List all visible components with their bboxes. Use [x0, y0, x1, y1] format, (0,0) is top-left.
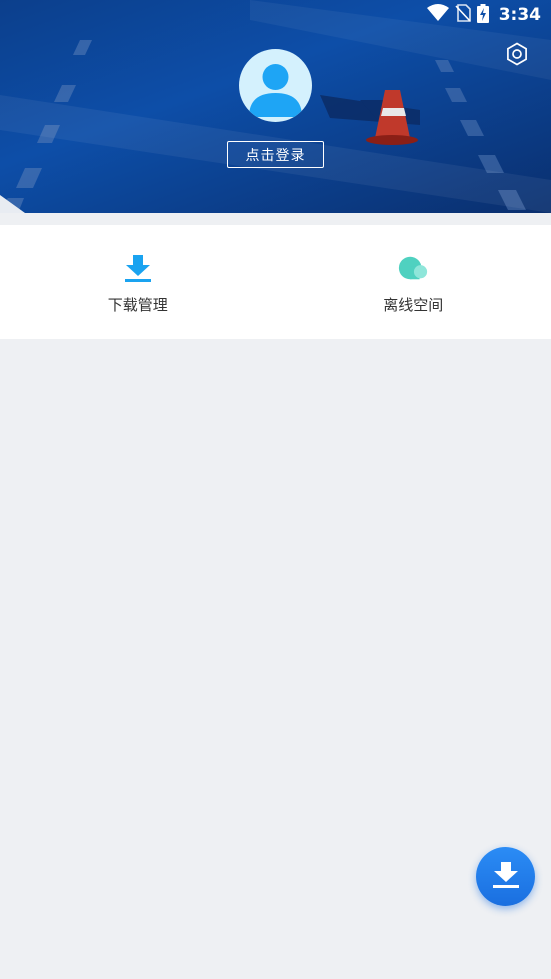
no-sim-icon — [455, 4, 471, 26]
battery-charging-icon — [476, 3, 489, 27]
avatar[interactable] — [239, 49, 312, 122]
download-manager-item[interactable]: 下载管理 — [0, 225, 276, 339]
offline-space-label: 离线空间 — [383, 295, 444, 314]
gear-icon — [505, 42, 529, 70]
download-icon — [122, 252, 154, 284]
offline-space-item[interactable]: 离线空间 — [276, 225, 551, 339]
wifi-icon — [426, 4, 449, 26]
download-icon — [491, 860, 521, 894]
download-manager-label: 下载管理 — [107, 295, 168, 314]
status-time: 3:34 — [498, 5, 541, 25]
profile-header: 3:34 点击登录 — [0, 0, 551, 213]
status-bar: 3:34 — [0, 0, 551, 30]
cloud-icon — [397, 252, 429, 284]
quick-actions-panel: 下载管理 离线空间 — [0, 225, 551, 339]
download-fab-button[interactable] — [476, 847, 535, 906]
login-button[interactable]: 点击登录 — [227, 141, 324, 168]
settings-button[interactable] — [505, 42, 529, 70]
